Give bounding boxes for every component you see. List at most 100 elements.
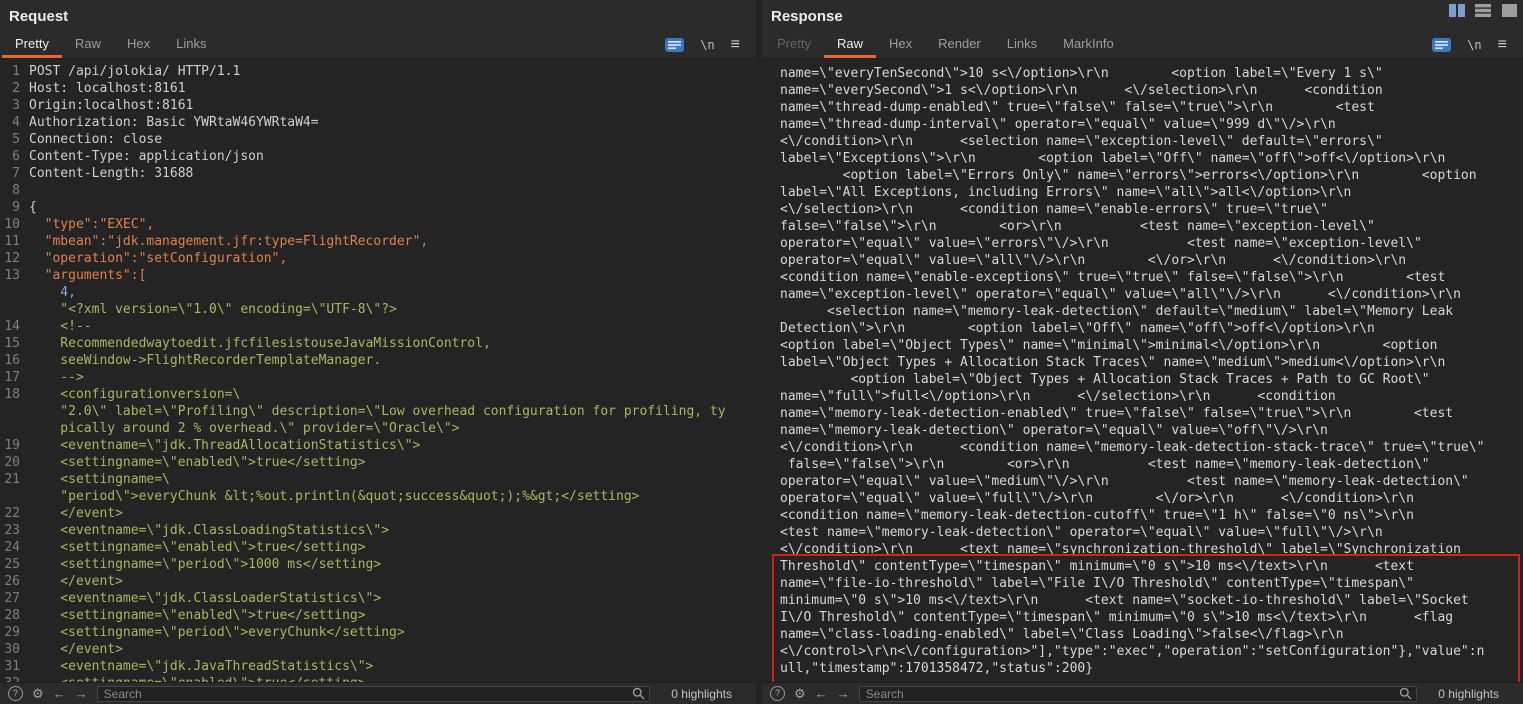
response-code-line[interactable]: <option label=\"Object Types + Allocatio…	[780, 371, 1523, 388]
response-code-line[interactable]: operator=\"equal\" value=\"errors\"\/>\r…	[780, 235, 1523, 252]
tab-hex[interactable]: Hex	[114, 32, 163, 58]
request-code-line[interactable]: 12 "operation":"setConfiguration",	[0, 250, 756, 267]
response-code-line[interactable]: operator=\"equal\" value=\"all\"\/>\r\n …	[780, 252, 1523, 269]
single-layout-icon[interactable]	[1500, 3, 1518, 17]
request-code-line[interactable]: 19 <eventname=\"jdk.ThreadAllocationStat…	[0, 437, 756, 454]
response-code-line[interactable]: name=\"everyTenSecond\">10 s<\/option>\r…	[780, 65, 1523, 82]
response-code-line[interactable]: false=\"false\">\r\n <or>\r\n <test name…	[780, 218, 1523, 235]
request-code-line[interactable]: 4Authorization: Basic YWRtaW46YWRtaW4=	[0, 114, 756, 131]
response-code-line[interactable]: name=\"memory-leak-detection-enabled\" t…	[780, 405, 1523, 422]
response-code-line[interactable]: name=\"class-loading-enabled\" label=\"C…	[780, 626, 1523, 643]
tab-links[interactable]: Links	[163, 32, 219, 58]
response-code-line[interactable]: <\/condition>\r\n <selection name=\"exce…	[780, 133, 1523, 150]
request-code-line[interactable]: "<?xml version=\"1.0\" encoding=\"UTF-8\…	[0, 301, 756, 318]
request-code-line[interactable]: 10 "type":"EXEC",	[0, 216, 756, 233]
response-code-line[interactable]: <test name=\"memory-leak-detection\" ope…	[780, 524, 1523, 541]
response-code-line[interactable]: <condition name=\"enable-exceptions\" tr…	[780, 269, 1523, 286]
request-code-line[interactable]: 3Origin:localhost:8161	[0, 97, 756, 114]
request-code-line[interactable]: 32 <settingname=\"enabled\">true</settin…	[0, 675, 756, 682]
tab-raw[interactable]: Raw	[62, 32, 114, 58]
response-code-line[interactable]: <\/condition>\r\n <text name=\"synchroni…	[780, 541, 1523, 558]
request-code-line[interactable]: 26 </event>	[0, 573, 756, 590]
tab-pretty[interactable]: Pretty	[2, 32, 62, 58]
request-code-line[interactable]: 14 <!--	[0, 318, 756, 335]
response-code-line[interactable]: name=\"exception-level\" operator=\"equa…	[780, 286, 1523, 303]
syntax-format-icon[interactable]	[665, 38, 684, 52]
response-code-line[interactable]: name=\"file-io-threshold\" label=\"File …	[780, 575, 1523, 592]
request-code-line[interactable]: 13 "arguments":[	[0, 267, 756, 284]
response-code-line[interactable]: Threshold\" contentType=\"timespan\" min…	[780, 558, 1523, 575]
request-code-line[interactable]: 8	[0, 182, 756, 199]
syntax-format-icon[interactable]	[1432, 38, 1451, 52]
response-code-line[interactable]: name=\"full\">full<\/option>\r\n <\/sele…	[780, 388, 1523, 405]
help-icon[interactable]: ?	[770, 686, 785, 701]
tab-markinfo[interactable]: MarkInfo	[1050, 32, 1127, 58]
next-match-icon[interactable]: →	[75, 686, 88, 701]
request-code-line[interactable]: 15 Recommendedwaytoedit.jfcfilesistouseJ…	[0, 335, 756, 352]
show-newlines-icon[interactable]: \n	[700, 38, 714, 52]
response-code-line[interactable]: <option label=\"Errors Only\" name=\"err…	[780, 167, 1523, 184]
response-code-line[interactable]: <option label=\"Object Types\" name=\"mi…	[780, 337, 1523, 354]
request-code-line[interactable]: 7Content-Length: 31688	[0, 165, 756, 182]
response-code-line[interactable]: <\/condition>\r\n <condition name=\"memo…	[780, 439, 1523, 456]
response-code-line[interactable]: <\/control>\r\n<\/configuration>"],"type…	[780, 643, 1523, 660]
request-code-line[interactable]: "2.0\" label=\"Profiling\" description=\…	[0, 403, 756, 420]
next-match-icon[interactable]: →	[837, 686, 850, 701]
rows-layout-icon[interactable]	[1474, 3, 1492, 17]
request-editor[interactable]: 1POST /api/jolokia/ HTTP/1.12Host: local…	[0, 58, 756, 682]
response-code-line[interactable]: name=\"thread-dump-enabled\" true=\"fals…	[780, 99, 1523, 116]
response-code-line[interactable]: Detection\">\r\n <option label=\"Off\" n…	[780, 320, 1523, 337]
show-newlines-icon[interactable]: \n	[1467, 38, 1481, 52]
request-code-line[interactable]: 28 <settingname=\"enabled\">true</settin…	[0, 607, 756, 624]
request-code-line[interactable]: 6Content-Type: application/json	[0, 148, 756, 165]
response-code-line[interactable]: false=\"false\">\r\n <or>\r\n <test name…	[780, 456, 1523, 473]
request-code-line[interactable]: 23 <eventname=\"jdk.ClassLoadingStatisti…	[0, 522, 756, 539]
response-code-line[interactable]: minimum=\"0 s\">10 ms<\/text>\r\n <text …	[780, 592, 1523, 609]
response-code-line[interactable]: name=\"thread-dump-interval\" operator=\…	[780, 116, 1523, 133]
request-code-line[interactable]: 30 </event>	[0, 641, 756, 658]
prev-match-icon[interactable]: ←	[53, 686, 66, 701]
request-code-line[interactable]: 25 <settingname=\"period\">1000 ms</sett…	[0, 556, 756, 573]
request-code-line[interactable]: 17 -->	[0, 369, 756, 386]
response-code-line[interactable]: operator=\"equal\" value=\"medium\"\/>\r…	[780, 473, 1523, 490]
prev-match-icon[interactable]: ←	[815, 686, 828, 701]
request-code-line[interactable]: 11 "mbean":"jdk.management.jfr:type=Flig…	[0, 233, 756, 250]
search-settings-gear-icon[interactable]: ⚙	[794, 686, 806, 702]
request-code-line[interactable]: 9{	[0, 199, 756, 216]
search-settings-gear-icon[interactable]: ⚙	[32, 686, 44, 702]
response-code-line[interactable]: name=\"memory-leak-detection\" operator=…	[780, 422, 1523, 439]
tab-pretty[interactable]: Pretty	[764, 32, 824, 58]
help-icon[interactable]: ?	[8, 686, 23, 701]
request-code-line[interactable]: 1POST /api/jolokia/ HTTP/1.1	[0, 63, 756, 80]
response-code-line[interactable]: <condition name=\"memory-leak-detection-…	[780, 507, 1523, 524]
request-code-line[interactable]: 18 <configurationversion=\	[0, 386, 756, 403]
tab-links[interactable]: Links	[994, 32, 1050, 58]
request-code-line[interactable]: 24 <settingname=\"enabled\">true</settin…	[0, 539, 756, 556]
request-code-line[interactable]: 27 <eventname=\"jdk.ClassLoaderStatistic…	[0, 590, 756, 607]
response-editor[interactable]: name=\"everyTenSecond\">10 s<\/option>\r…	[762, 58, 1523, 682]
editor-menu-icon[interactable]: ≡	[1498, 37, 1507, 53]
request-code-line[interactable]: "period\">everyChunk &lt;%out.println(&q…	[0, 488, 756, 505]
request-code-line[interactable]: 16 seeWindow->FlightRecorderTemplateMana…	[0, 352, 756, 369]
response-code-line[interactable]: ull,"timestamp":1701358472,"status":200}	[780, 660, 1523, 677]
tab-raw[interactable]: Raw	[824, 32, 876, 58]
request-code-line[interactable]: 2Host: localhost:8161	[0, 80, 756, 97]
tab-hex[interactable]: Hex	[876, 32, 925, 58]
request-code-line[interactable]: 20 <settingname=\"enabled\">true</settin…	[0, 454, 756, 471]
request-code-line[interactable]: 29 <settingname=\"period\">everyChunk</s…	[0, 624, 756, 641]
request-code-line[interactable]: pically around 2 % overhead.\" provider=…	[0, 420, 756, 437]
request-code-line[interactable]: 4,	[0, 284, 756, 301]
response-code-line[interactable]: name=\"everySecond\">1 s<\/option>\r\n <…	[780, 82, 1523, 99]
response-code-line[interactable]: I\/O Threshold\" contentType=\"timespan\…	[780, 609, 1523, 626]
tab-render[interactable]: Render	[925, 32, 994, 58]
response-code-line[interactable]: <selection name=\"memory-leak-detection\…	[780, 303, 1523, 320]
response-code-line[interactable]: label=\"All Exceptions, including Errors…	[780, 184, 1523, 201]
columns-layout-icon[interactable]	[1448, 3, 1466, 17]
response-search-input[interactable]	[859, 686, 1418, 702]
response-code-line[interactable]: <\/selection>\r\n <condition name=\"enab…	[780, 201, 1523, 218]
response-code-line[interactable]: label=\"Exceptions\">\r\n <option label=…	[780, 150, 1523, 167]
response-code-line[interactable]: label=\"Object Types + Allocation Stack …	[780, 354, 1523, 371]
editor-menu-icon[interactable]: ≡	[731, 37, 740, 53]
request-code-line[interactable]: 31 <eventname=\"jdk.JavaThreadStatistics…	[0, 658, 756, 675]
request-code-line[interactable]: 21 <settingname=\	[0, 471, 756, 488]
